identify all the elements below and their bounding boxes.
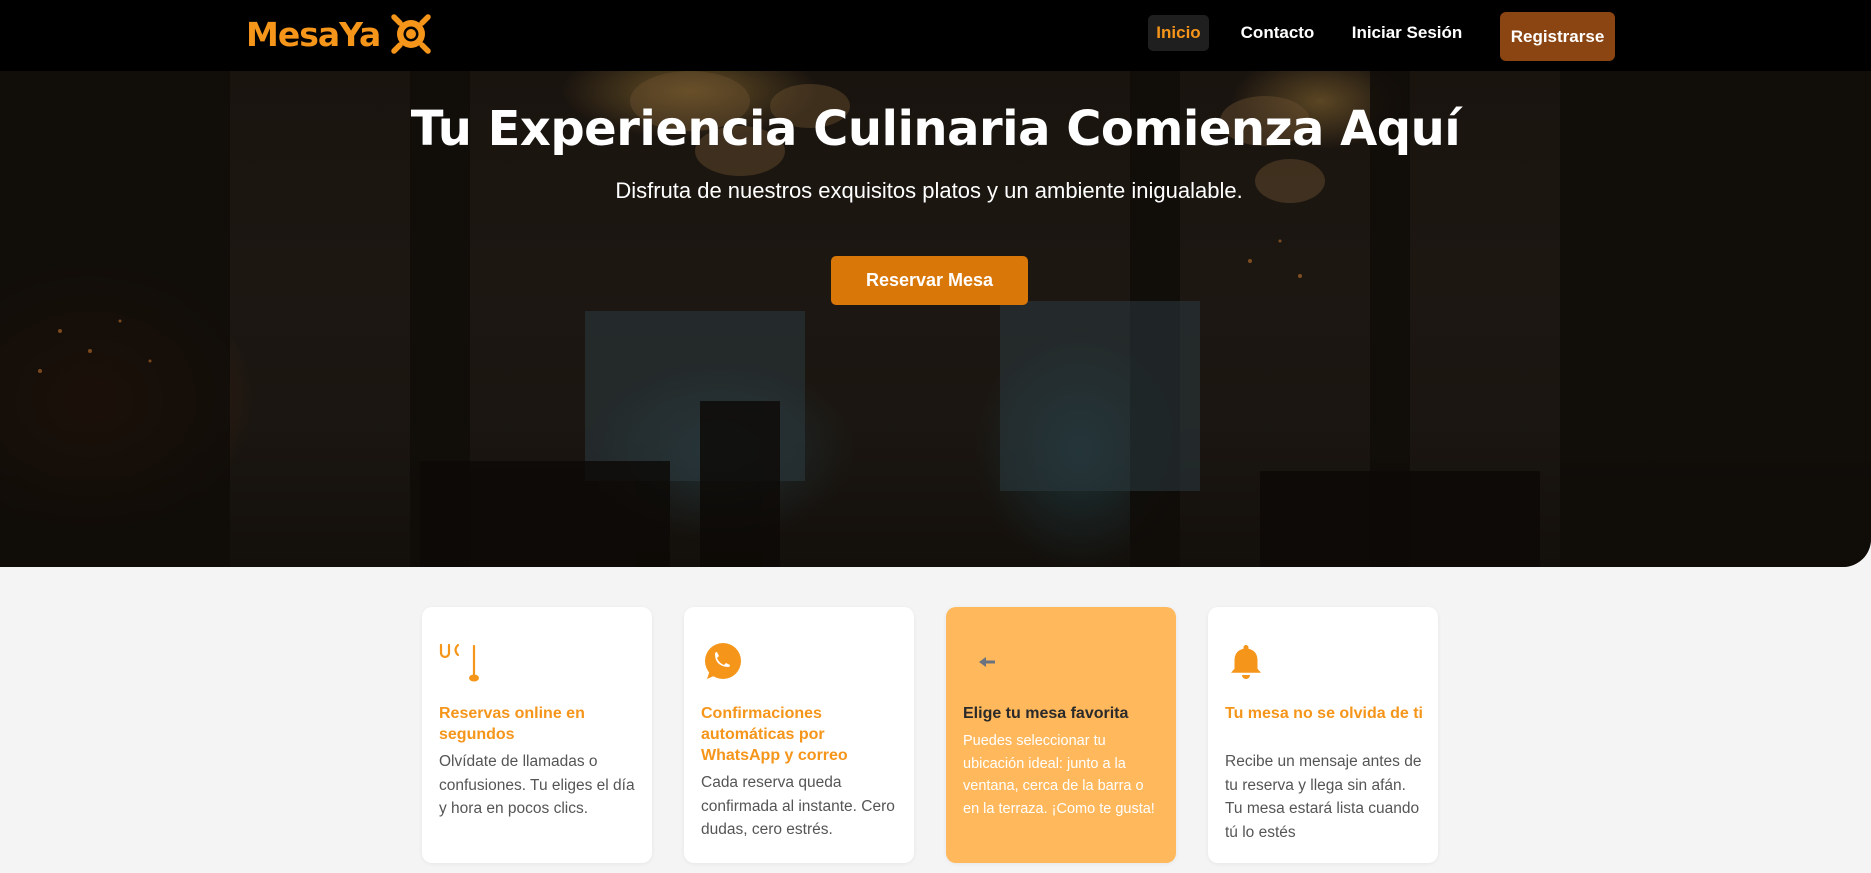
nav-inicio[interactable]: Inicio <box>1148 15 1209 51</box>
feature-text: Olvídate de llamadas o confusiones. Tu e… <box>439 753 635 817</box>
feature-title: Elige tu mesa favorita <box>963 705 1129 722</box>
feature-title: Tu mesa no se olvida de ti <box>1225 705 1423 722</box>
feature-card: Confirmaciones automáticas por WhatsApp … <box>684 607 914 863</box>
nav-iniciar-sesion[interactable]: Iniciar Sesión <box>1347 15 1467 51</box>
feature-title: Confirmaciones automáticas por WhatsApp … <box>701 705 848 764</box>
logo-text: MesaYa <box>246 14 381 54</box>
whatsapp-icon <box>705 643 741 679</box>
bell-icon <box>1231 645 1261 679</box>
logo-icon <box>391 14 432 54</box>
feature-title: Reservas online en segundos <box>439 705 585 743</box>
hero-section: Tu Experiencia Culinaria Comienza Aquí D… <box>0 71 1871 567</box>
feature-card: Reservas online en segundos Olvídate de … <box>422 607 652 863</box>
feature-text: Recibe un mensaje antes de tu reserva y … <box>1225 753 1422 841</box>
feature-card-highlight: Elige tu mesa favorita Puedes selecciona… <box>946 607 1176 863</box>
feature-text: Puedes seleccionar tu ubicación ideal: j… <box>963 733 1155 817</box>
utensils-icon <box>439 643 479 682</box>
nav-contacto[interactable]: Contacto <box>1235 15 1320 51</box>
hero-title: Tu Experiencia Culinaria Comienza Aquí <box>410 101 1461 157</box>
navbar: MesaYa Inicio Contacto Iniciar Sesión Re… <box>0 0 1871 71</box>
arrow-left-icon <box>979 657 995 667</box>
hero-subtitle: Disfruta de nuestros exquisitos platos y… <box>615 178 1243 203</box>
register-button[interactable]: Registrarse <box>1500 12 1615 61</box>
feature-text: Cada reserva queda confirmada al instant… <box>701 774 895 838</box>
reserve-table-button[interactable]: Reservar Mesa <box>831 256 1028 305</box>
logo[interactable]: MesaYa <box>246 12 434 56</box>
feature-card: Tu mesa no se olvida de ti Recibe un men… <box>1208 607 1438 863</box>
features-section: Reservas online en segundos Olvídate de … <box>0 607 1871 863</box>
